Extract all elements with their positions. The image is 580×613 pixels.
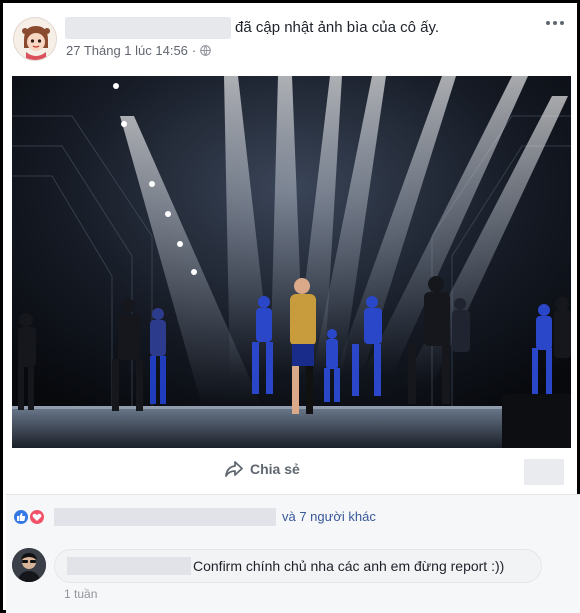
cartoon-avatar-icon [14,18,56,60]
share-label: Chia sẻ [250,461,300,477]
cover-photo[interactable] [12,76,571,448]
person-avatar-icon [12,548,46,582]
reactions-others-link[interactable]: và 7 người khác [282,509,376,524]
comment-section: Confirm chính chủ nha các anh em đừng re… [6,536,580,613]
comment-text: Confirm chính chủ nha các anh em đừng re… [193,558,505,574]
love-icon [28,508,46,526]
reaction-icons[interactable] [12,508,46,526]
more-options-button[interactable] [543,13,567,33]
profile-avatar[interactable] [13,17,57,61]
comment-timestamp[interactable]: 1 tuần [64,587,97,601]
post-meta: 27 Tháng 1 lúc 14:56 · [66,43,212,58]
meta-separator: · [191,43,197,58]
more-horizontal-icon [546,21,550,25]
post-actions: Chia sẻ [12,450,571,494]
share-arrow-icon [225,461,243,477]
globe-icon[interactable] [200,45,212,56]
post-card: đã cập nhật ảnh bìa của cô ấy. 27 Tháng … [0,0,580,613]
commenter-name-redacted[interactable] [67,557,191,575]
post-timestamp[interactable]: 27 Tháng 1 lúc 14:56 [66,43,188,58]
commenter-avatar[interactable] [12,548,46,582]
share-button[interactable]: Chia sẻ [224,460,300,478]
reactor-names-redacted[interactable] [54,508,276,526]
post-headline: đã cập nhật ảnh bìa của cô ấy. [235,19,440,36]
comment-bubble: Confirm chính chủ nha các anh em đừng re… [54,549,542,583]
share-thumbnail[interactable] [524,459,564,485]
stage-photo-image [12,76,571,448]
author-name-redacted[interactable] [65,17,231,39]
reactions-bar: và 7 người khác [6,494,580,536]
